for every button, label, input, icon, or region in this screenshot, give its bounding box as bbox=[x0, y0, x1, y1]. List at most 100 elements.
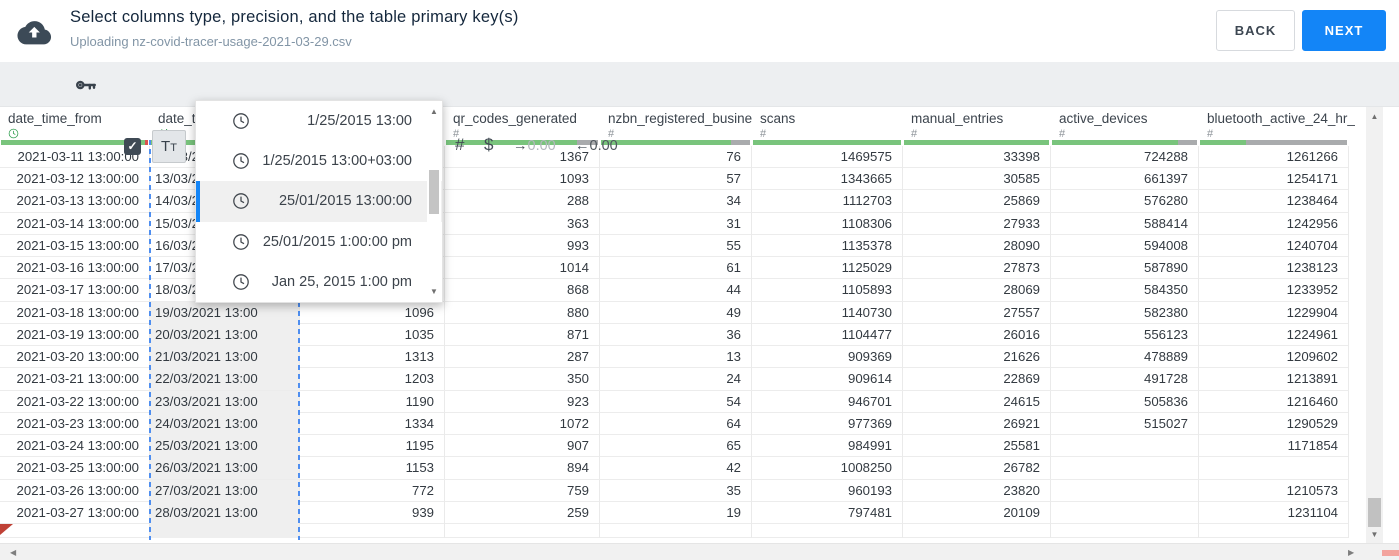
table-cell: 259 bbox=[445, 501, 600, 524]
clock-icon bbox=[232, 152, 250, 170]
date-format-option-label: 25/01/2015 1:00:00 pm bbox=[262, 233, 412, 250]
date-format-option-label: Jan 25, 2015 1:00 pm bbox=[271, 273, 412, 290]
date-format-option[interactable]: 1/25/2015 13:00 bbox=[196, 101, 442, 141]
increase-decimal-button[interactable]: →0.00 bbox=[513, 138, 556, 154]
table-cell bbox=[600, 524, 752, 539]
column-header-date_time_from[interactable]: date_time_from bbox=[0, 107, 150, 140]
column-type-indicator: # bbox=[1207, 128, 1214, 140]
horizontal-scrollbar[interactable]: ◀ ▶ bbox=[0, 543, 1399, 560]
table-cell: 584350 bbox=[1051, 279, 1199, 302]
column-type-indicator: # bbox=[1059, 128, 1066, 140]
quality-bar bbox=[1052, 140, 1197, 145]
table-row: 2021-03-24 13:00:00 25/03/2021 13:00 1195 9… bbox=[0, 435, 1349, 458]
dropdown-scrollbar[interactable]: ▲ ▼ bbox=[427, 101, 441, 302]
date-format-option[interactable]: Jan 25, 2015 1:00 pm bbox=[196, 262, 442, 302]
column-type-indicator: # bbox=[911, 128, 918, 140]
table-cell: 22/03/2021 13:00 bbox=[150, 368, 300, 391]
table-cell: 1105893 bbox=[752, 279, 903, 302]
scroll-right-icon[interactable]: ▶ bbox=[1348, 548, 1354, 557]
table-cell: 21626 bbox=[903, 346, 1051, 369]
table-cell: 1035 bbox=[300, 323, 445, 346]
table-cell bbox=[1199, 457, 1349, 480]
table-cell: 993 bbox=[445, 234, 600, 257]
primary-key-icon[interactable] bbox=[74, 73, 98, 97]
scroll-up-icon[interactable]: ▲ bbox=[427, 107, 441, 116]
table-cell: 27873 bbox=[903, 257, 1051, 280]
table-cell: 23820 bbox=[903, 479, 1051, 502]
table-cell: 1209602 bbox=[1199, 346, 1349, 369]
column-header-scans[interactable]: scans # bbox=[752, 107, 903, 140]
table-cell: 1153 bbox=[300, 457, 445, 480]
date-format-option[interactable]: 25/01/2015 1:00:00 pm bbox=[196, 222, 442, 262]
table-cell: 42 bbox=[600, 457, 752, 480]
table-cell: 24/03/2021 13:00 bbox=[150, 412, 300, 435]
column-header-manual_entries[interactable]: manual_entries # bbox=[903, 107, 1051, 140]
table-cell: 25581 bbox=[903, 435, 1051, 458]
table-cell: 2021-03-12 13:00:00 bbox=[0, 168, 150, 191]
table-cell: 2021-03-24 13:00:00 bbox=[0, 435, 150, 458]
table-cell bbox=[1199, 524, 1349, 539]
table-cell: 868 bbox=[445, 279, 600, 302]
date-format-option-label: 1/25/2015 13:00+03:00 bbox=[262, 153, 412, 170]
table-cell: 1224961 bbox=[1199, 323, 1349, 346]
text-type-button[interactable]: Tt bbox=[152, 130, 186, 163]
quality-bar bbox=[904, 140, 1049, 145]
table-cell: 1096 bbox=[300, 301, 445, 324]
number-type-button[interactable]: # bbox=[455, 135, 464, 155]
next-button[interactable]: NEXT bbox=[1302, 10, 1386, 51]
scroll-left-icon[interactable]: ◀ bbox=[10, 548, 16, 557]
table-row: 2021-03-26 13:00:00 27/03/2021 13:00 772 75… bbox=[0, 479, 1349, 502]
column-header-bluetooth_active_24_hr_[interactable]: bluetooth_active_24_hr_ # bbox=[1199, 107, 1355, 140]
date-format-dropdown-panel: 1/25/2015 13:00 1/25/2015 13:00+03:00 25/0… bbox=[195, 100, 443, 303]
clock-icon bbox=[232, 233, 250, 251]
dropdown-scrollbar-thumb[interactable] bbox=[429, 170, 439, 214]
currency-type-button[interactable]: $ bbox=[484, 135, 493, 155]
table-cell: 2021-03-17 13:00:00 bbox=[0, 279, 150, 302]
table-cell: 13 bbox=[600, 346, 752, 369]
column-name: qr_codes_generated bbox=[453, 111, 577, 126]
vertical-scrollbar-thumb[interactable] bbox=[1368, 498, 1381, 527]
column-header-qr_codes_generated[interactable]: qr_codes_generated # bbox=[445, 107, 600, 140]
decrease-decimal-button[interactable]: ←0.00 bbox=[575, 138, 618, 154]
table-cell: 909614 bbox=[752, 368, 903, 391]
column-name: active_devices bbox=[1059, 111, 1148, 126]
column-header-nzbn_registered_busine[interactable]: nzbn_registered_busine # bbox=[600, 107, 752, 140]
scroll-down-icon[interactable]: ▼ bbox=[427, 287, 441, 296]
table-cell: 1125029 bbox=[752, 257, 903, 280]
table-cell: 19 bbox=[600, 501, 752, 524]
arrow-left-icon: ← bbox=[575, 138, 590, 154]
page-header: Select columns type, precision, and the … bbox=[0, 0, 1399, 62]
back-button[interactable]: BACK bbox=[1216, 10, 1295, 51]
include-column-checkbox[interactable]: ✓ bbox=[124, 138, 141, 155]
table-cell: 1261266 bbox=[1199, 146, 1349, 168]
table-cell: 55 bbox=[600, 234, 752, 257]
table-cell: 22869 bbox=[903, 368, 1051, 391]
scroll-up-icon[interactable]: ▲ bbox=[1366, 112, 1383, 121]
column-header-active_devices[interactable]: active_devices # bbox=[1051, 107, 1199, 140]
table-cell: 27933 bbox=[903, 212, 1051, 235]
table-cell: 2021-03-26 13:00:00 bbox=[0, 479, 150, 502]
table-cell: 2021-03-13 13:00:00 bbox=[0, 190, 150, 213]
table-cell: 2021-03-19 13:00:00 bbox=[0, 323, 150, 346]
table-cell: 907 bbox=[445, 435, 600, 458]
vertical-scrollbar[interactable]: ▲ ▼ bbox=[1366, 107, 1383, 543]
table-cell: 977369 bbox=[752, 412, 903, 435]
table-cell: 2021-03-21 13:00:00 bbox=[0, 368, 150, 391]
table-cell: 1216460 bbox=[1199, 390, 1349, 413]
table-cell: 1171854 bbox=[1199, 435, 1349, 458]
table-cell: 28069 bbox=[903, 279, 1051, 302]
table-cell: 27557 bbox=[903, 301, 1051, 324]
table-row: 2021-03-25 13:00:00 26/03/2021 13:00 1153 8… bbox=[0, 457, 1349, 480]
date-format-option[interactable]: 25/01/2015 13:00:00 bbox=[196, 181, 442, 222]
table-cell: 1469575 bbox=[752, 146, 903, 168]
table-cell: 19/03/2021 13:00 bbox=[150, 301, 300, 324]
table-cell: 1210573 bbox=[1199, 479, 1349, 502]
table-row: 2021-03-19 13:00:00 20/03/2021 13:00 1035 8… bbox=[0, 323, 1349, 347]
table-cell: 363 bbox=[445, 212, 600, 235]
table-cell: 1093 bbox=[445, 168, 600, 191]
date-format-option[interactable]: 1/25/2015 13:00+03:00 bbox=[196, 141, 442, 181]
table-cell: 57 bbox=[600, 168, 752, 191]
scroll-down-icon[interactable]: ▼ bbox=[1366, 530, 1383, 539]
table-cell: 2021-03-22 13:00:00 bbox=[0, 390, 150, 413]
table-row bbox=[0, 524, 1349, 539]
